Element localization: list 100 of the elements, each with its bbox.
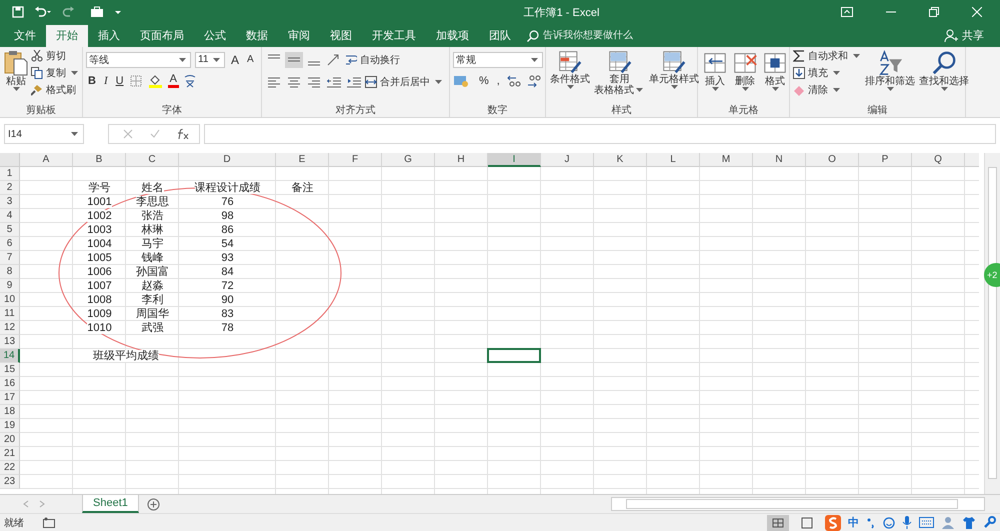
editing-button[interactable]: 排序和筛选 <box>864 48 916 92</box>
row-header[interactable]: 10 <box>0 293 20 308</box>
row-header[interactable]: 15 <box>0 363 20 378</box>
ribbon-tab[interactable]: 公式 <box>194 24 236 47</box>
font-style-button[interactable]: B <box>86 74 98 87</box>
comma-button[interactable]: , <box>494 74 502 87</box>
tell-me-field[interactable]: 告诉我你想要做什么 <box>543 30 661 42</box>
row-header[interactable]: 4 <box>0 209 20 224</box>
row-header[interactable]: 5 <box>0 223 20 238</box>
row-header[interactable]: 21 <box>0 447 20 462</box>
ribbon-tab[interactable]: 开发工具 <box>362 24 426 47</box>
wrap-text-button[interactable]: 自动换行 <box>345 52 400 68</box>
ribbon-tab[interactable]: 数据 <box>236 24 278 47</box>
row-header[interactable]: 19 <box>0 419 20 434</box>
font-style-button[interactable]: U <box>114 74 126 87</box>
ribbon-tab[interactable]: 文件 <box>4 24 46 47</box>
column-header[interactable]: M <box>700 153 753 168</box>
column-header[interactable]: F <box>329 153 382 168</box>
editing-button[interactable]: 清除 <box>793 82 862 98</box>
vertical-align-icon[interactable] <box>285 52 303 68</box>
ribbon-display-icon[interactable] <box>841 7 853 18</box>
share-button[interactable]: 共享 <box>944 24 984 47</box>
row-header[interactable]: 14 <box>0 349 20 364</box>
save-icon[interactable] <box>12 6 24 18</box>
close-icon[interactable] <box>972 7 982 18</box>
row-header[interactable]: 8 <box>0 265 20 280</box>
vertical-scrollbar[interactable] <box>984 153 1000 494</box>
style-button[interactable]: 套用 表格格式 <box>593 48 646 97</box>
row-header[interactable]: 2 <box>0 181 20 196</box>
insert-function-icon[interactable] <box>177 129 189 140</box>
column-header[interactable]: L <box>647 153 700 168</box>
style-button[interactable]: 单元格样式 <box>648 48 700 90</box>
punctuation-icon[interactable] <box>866 516 876 529</box>
number-format-field[interactable]: 常规 <box>453 52 543 68</box>
macro-record-icon[interactable] <box>43 517 55 528</box>
row-header[interactable]: 11 <box>0 307 20 322</box>
sogou-ime-icon[interactable] <box>825 514 841 531</box>
row-header[interactable]: 12 <box>0 321 20 336</box>
column-header[interactable]: K <box>594 153 647 168</box>
border-icon[interactable] <box>130 74 144 87</box>
normal-view-icon[interactable] <box>767 514 789 531</box>
font-style-button[interactable]: I <box>102 74 110 87</box>
shirt-icon[interactable] <box>962 516 976 530</box>
ribbon-tab[interactable]: 审阅 <box>278 24 320 47</box>
row-header[interactable]: 22 <box>0 461 20 476</box>
column-header[interactable]: O <box>806 153 859 168</box>
row-header[interactable]: 23 <box>0 475 20 490</box>
column-header[interactable]: C <box>126 153 179 168</box>
column-header[interactable]: G <box>382 153 435 168</box>
toolbox-icon[interactable] <box>90 6 104 18</box>
increase-decimal-icon[interactable] <box>506 74 522 88</box>
column-header[interactable]: E <box>276 153 329 168</box>
row-header[interactable]: 16 <box>0 377 20 392</box>
cells-button[interactable]: 删除 <box>731 48 759 92</box>
font-size-field[interactable]: 11 <box>195 52 225 68</box>
ribbon-tab[interactable]: 团队 <box>479 24 521 47</box>
row-header[interactable]: 7 <box>0 251 20 266</box>
decrease-decimal-icon[interactable] <box>526 74 542 88</box>
row-header[interactable]: 18 <box>0 405 20 420</box>
row-header[interactable]: 20 <box>0 433 20 448</box>
row-header[interactable]: 17 <box>0 391 20 406</box>
sheet-tab[interactable]: Sheet1 <box>82 495 139 514</box>
ribbon-tab[interactable]: 插入 <box>88 24 130 47</box>
row-header[interactable]: 13 <box>0 335 20 350</box>
font-color-button[interactable]: A <box>168 74 179 88</box>
column-header[interactable]: Q <box>912 153 965 168</box>
ribbon-tab[interactable]: 视图 <box>320 24 362 47</box>
smiley-icon[interactable] <box>883 516 895 529</box>
font-size-step-button[interactable]: A <box>245 54 256 66</box>
percent-button[interactable]: % <box>477 74 491 87</box>
phonetic-icon[interactable] <box>182 74 197 88</box>
ribbon-tab[interactable]: 开始 <box>46 24 88 47</box>
clipboard-button[interactable]: 复制 <box>31 66 80 81</box>
formula-input[interactable] <box>204 124 996 144</box>
cells-button[interactable]: 格式 <box>761 48 789 92</box>
undo-icon[interactable] <box>34 6 52 18</box>
row-header[interactable]: 3 <box>0 195 20 210</box>
microphone-icon[interactable] <box>902 516 912 530</box>
font-size-step-button[interactable]: A <box>229 52 242 67</box>
column-header[interactable]: N <box>753 153 806 168</box>
row-header[interactable]: 6 <box>0 237 20 252</box>
font-name-field[interactable]: 等线 <box>86 52 191 68</box>
editing-button[interactable]: 查找和选择 <box>918 48 970 92</box>
column-header[interactable]: I <box>488 153 541 168</box>
column-header[interactable]: A <box>20 153 73 168</box>
row-header[interactable]: 1 <box>0 167 20 182</box>
editing-button[interactable]: 填充 <box>793 66 862 81</box>
keyboard-icon[interactable] <box>919 517 934 528</box>
ime-mode[interactable]: 中 <box>848 515 859 530</box>
row-header[interactable]: 9 <box>0 279 20 294</box>
column-header[interactable]: P <box>859 153 912 168</box>
style-button[interactable]: 条件格式 <box>549 48 591 90</box>
cells-button[interactable]: 插入 <box>701 48 729 92</box>
restore-icon[interactable] <box>929 7 939 18</box>
paste-button[interactable]: 粘贴 <box>3 48 29 92</box>
ribbon-tab[interactable]: 加载项 <box>426 24 479 47</box>
add-sheet-icon[interactable] <box>146 498 160 511</box>
column-header[interactable]: J <box>541 153 594 168</box>
horizontal-scrollbar[interactable] <box>611 497 985 512</box>
clipboard-button[interactable]: 剪切 <box>31 48 80 64</box>
